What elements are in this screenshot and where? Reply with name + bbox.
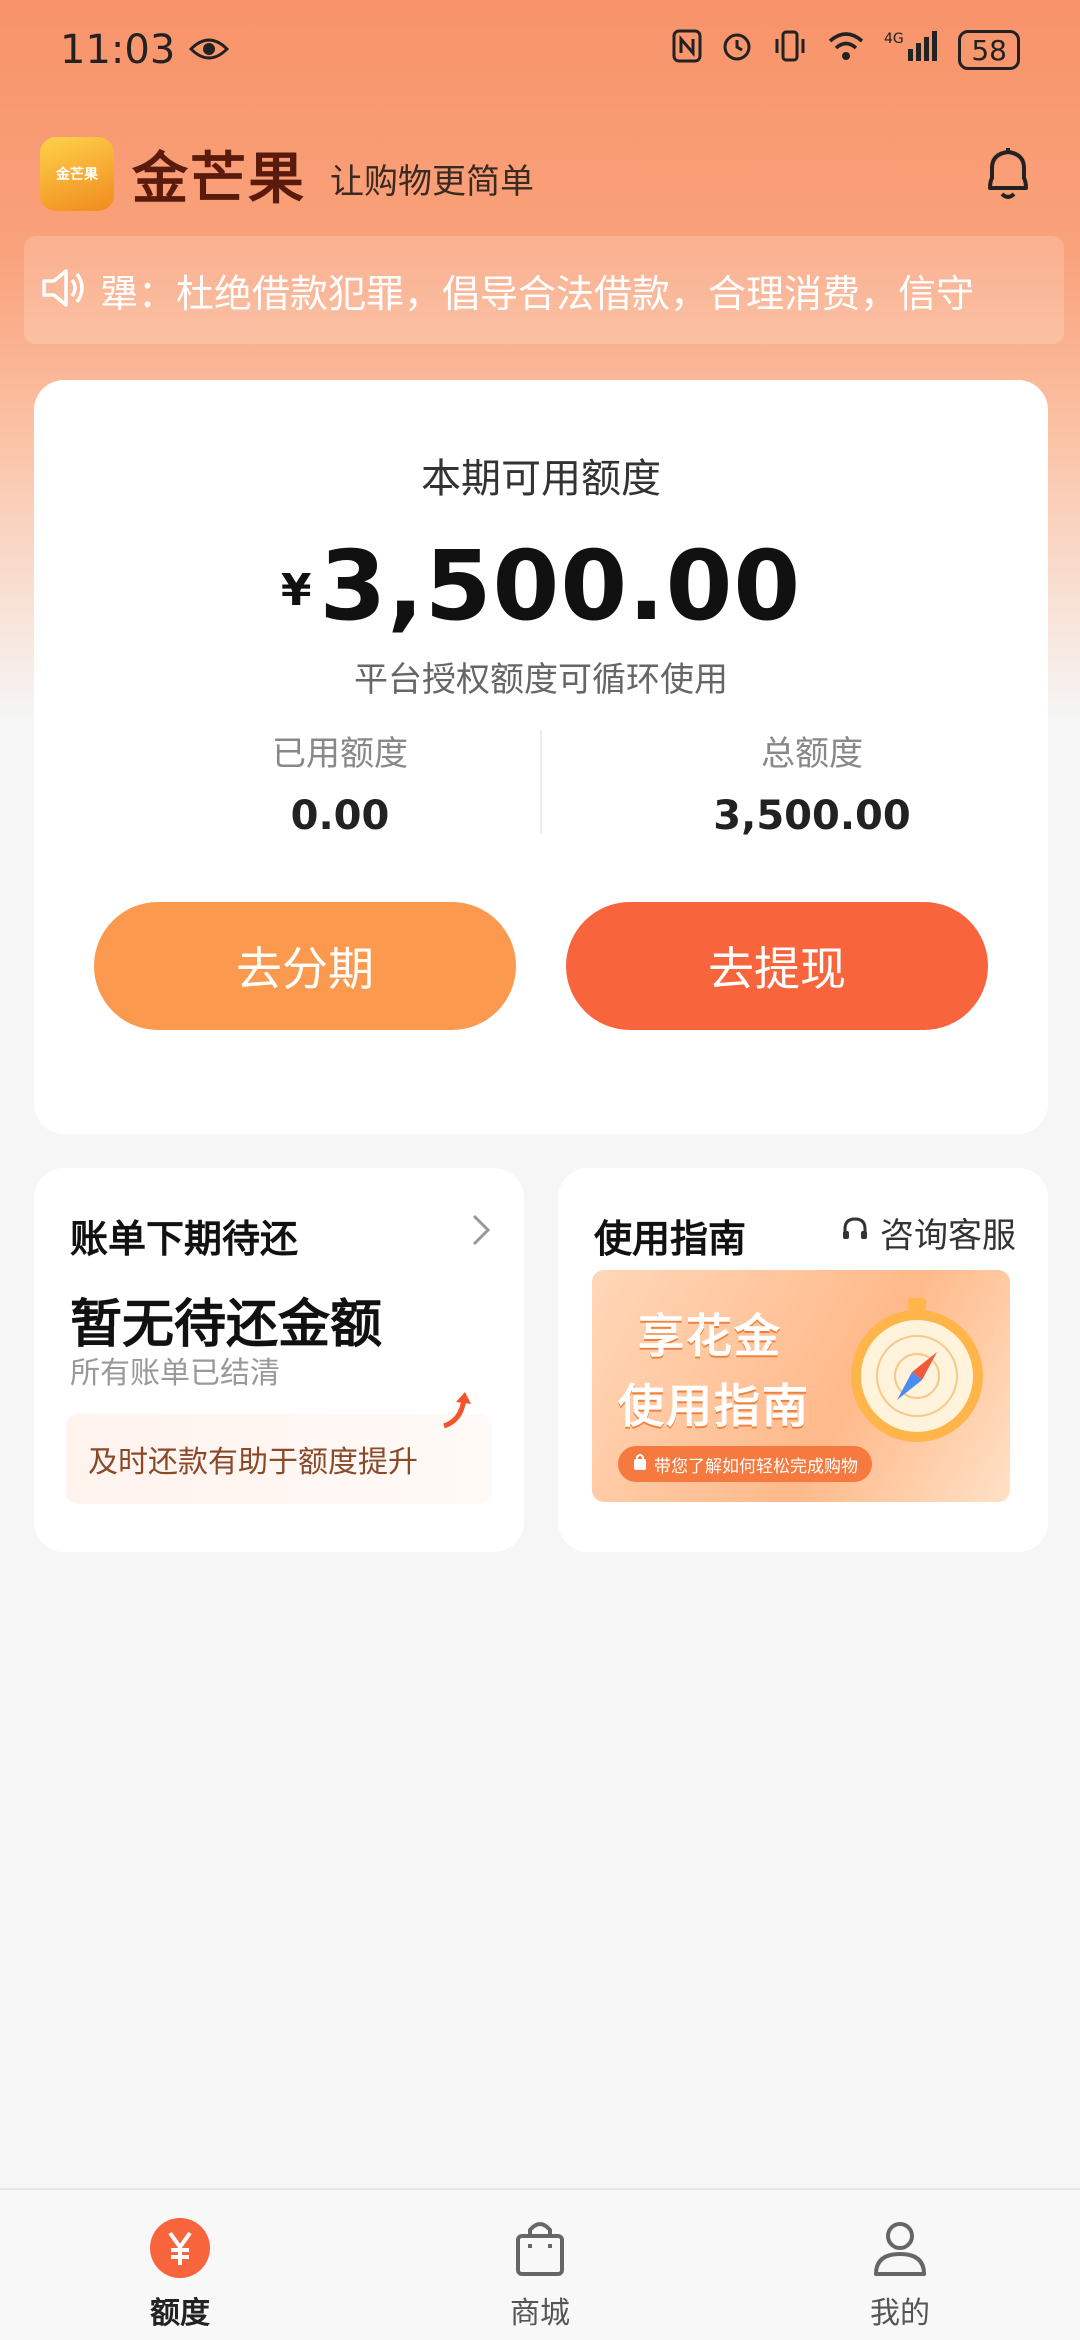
bottom-tab-bar: 额度 商城 我的	[0, 2188, 1080, 2340]
quota-subtitle: 平台授权额度可循环使用	[354, 660, 728, 700]
speaker-icon	[40, 266, 88, 314]
app-header: 金芒果 金芒果 让购物更简单	[40, 124, 1040, 224]
used-quota: 已用额度 0.00	[130, 726, 550, 839]
total-quota: 总额度 3,500.00	[602, 726, 1022, 839]
bill-title: 账单下期待还	[70, 1217, 299, 1261]
brand-slogan: 让购物更简单	[330, 161, 534, 202]
bill-card[interactable]: 账单下期待还 暂无待还金额 所有账单已结清 及时还款有助于额度提升	[34, 1168, 524, 1552]
used-quota-label: 已用额度	[272, 734, 408, 774]
notice-text: 犟：杜绝借款犯罪，倡导合法借款，合理消费，信守	[100, 271, 975, 316]
shopping-bag-icon	[508, 2216, 572, 2280]
network-type: 4G	[884, 31, 904, 47]
eye-icon	[189, 27, 230, 73]
repayment-tip-text: 及时还款有助于额度提升	[88, 1445, 418, 1480]
alarm-icon	[720, 29, 754, 71]
bell-icon[interactable]	[976, 142, 1040, 206]
currency-symbol: ¥	[280, 565, 312, 616]
wifi-icon	[826, 29, 866, 71]
banner-pill: 带您了解如何轻松完成购物	[618, 1446, 872, 1482]
status-bar: 11:03 4G 58	[0, 0, 1080, 100]
available-quota-value: 3,500.00	[319, 530, 802, 642]
vibrate-icon	[772, 29, 808, 71]
guide-banner[interactable]: 享花金 使用指南 带您了解如何轻松完成购物	[592, 1270, 1010, 1502]
arrow-up-icon	[438, 1390, 474, 1440]
bill-substatus: 所有账单已结清	[70, 1356, 280, 1391]
used-quota-value: 0.00	[290, 793, 390, 839]
logo-text: 金芒果	[56, 167, 98, 183]
bill-status: 暂无待还金额	[70, 1295, 383, 1355]
guide-title: 使用指南	[594, 1217, 747, 1261]
battery-level: 58	[971, 33, 1007, 67]
available-quota-amount: ¥3,500.00	[34, 530, 1048, 642]
customer-service-label: 咨询客服	[880, 1216, 1016, 1256]
tab-mall[interactable]: 商城	[360, 2190, 720, 2340]
available-quota-title: 本期可用额度	[421, 456, 661, 502]
banner-title-line2: 使用指南	[618, 1379, 810, 1433]
nfc-icon	[672, 29, 702, 71]
battery-indicator: 58	[958, 30, 1020, 70]
headset-icon	[840, 1213, 870, 1253]
user-icon	[868, 2216, 932, 2280]
tab-mall-label: 商城	[510, 2296, 570, 2331]
total-quota-label: 总额度	[761, 734, 863, 774]
compass-icon	[851, 1298, 983, 1442]
status-time-group: 11:03	[60, 27, 230, 73]
signal-icon: 4G	[884, 29, 940, 71]
installment-button[interactable]: 去分期	[94, 902, 516, 1030]
status-time: 11:03	[60, 27, 176, 73]
banner-pill-text: 带您了解如何轻松完成购物	[654, 1456, 858, 1477]
tab-mine[interactable]: 我的	[720, 2190, 1080, 2340]
stat-divider	[540, 730, 542, 834]
bag-icon	[632, 1453, 648, 1476]
credit-card: 本期可用额度 ¥3,500.00 平台授权额度可循环使用 已用额度 0.00 总…	[34, 380, 1048, 1134]
brand-name: 金芒果	[132, 146, 306, 212]
tab-quota[interactable]: 额度	[0, 2190, 360, 2340]
tab-mine-label: 我的	[870, 2296, 930, 2331]
yen-icon	[148, 2216, 212, 2280]
notice-bar[interactable]: 犟：杜绝借款犯罪，倡导合法借款，合理消费，信守	[24, 236, 1064, 344]
repayment-tip: 及时还款有助于额度提升	[66, 1392, 492, 1504]
status-icons: 4G 58	[672, 29, 1020, 71]
banner-title-line1: 享花金	[638, 1309, 782, 1363]
customer-service-link[interactable]: 咨询客服	[840, 1208, 1016, 1257]
app-logo: 金芒果	[40, 137, 114, 211]
total-quota-value: 3,500.00	[713, 793, 911, 839]
guide-card: 使用指南 咨询客服 享花金 使用指南 带您了解如何轻松完成购物	[558, 1168, 1048, 1552]
tab-quota-label: 额度	[150, 2296, 210, 2331]
chevron-right-icon[interactable]	[470, 1212, 492, 1258]
withdraw-button[interactable]: 去提现	[566, 902, 988, 1030]
